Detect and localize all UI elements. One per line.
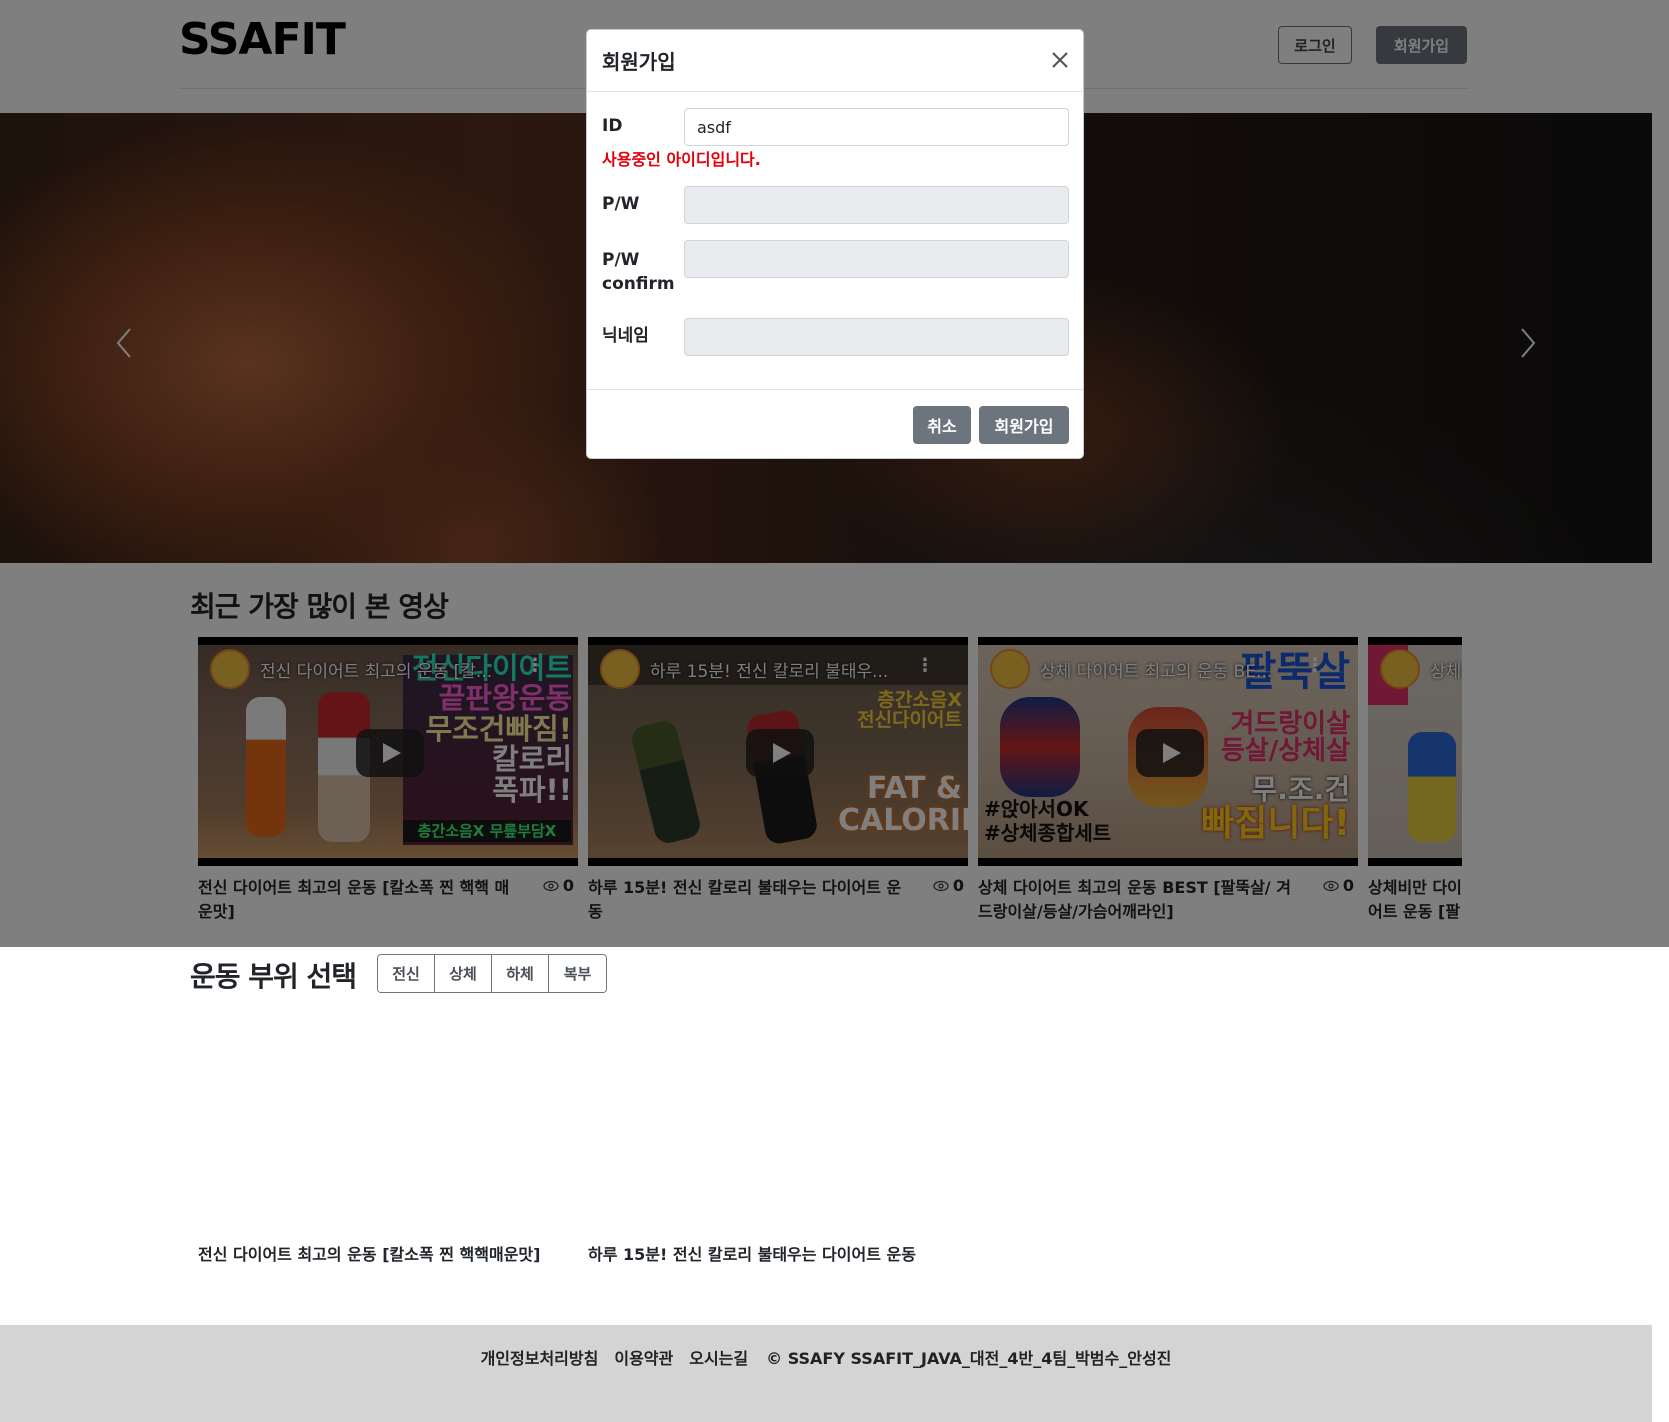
footer-copyright: © SSAFY SSAFIT_JAVA_대전_4반_4팀_박범수_안성진 — [766, 1349, 1172, 1368]
part-video-title[interactable]: 전신 다이어트 최고의 운동 [칼소폭 찐 핵핵매운맛] — [198, 1243, 558, 1267]
password-confirm-input[interactable] — [684, 240, 1069, 278]
body-part-section-title: 운동 부위 선택 — [190, 960, 357, 993]
tab-lower-body[interactable]: 하체 — [492, 955, 549, 992]
id-label: ID — [602, 116, 623, 136]
modal-title: 회원가입 — [602, 50, 676, 74]
tab-whole-body[interactable]: 전신 — [378, 955, 435, 992]
tab-upper-body[interactable]: 상체 — [435, 955, 492, 992]
password-confirm-label: P/W confirm — [602, 250, 675, 294]
id-error-message: 사용중인 아이디입니다. — [602, 150, 761, 169]
footer-link-privacy[interactable]: 개인정보처리방침 — [481, 1345, 599, 1369]
footer-link-terms[interactable]: 이용약관 — [614, 1345, 673, 1369]
footer-link-directions[interactable]: 오시는길 — [689, 1345, 748, 1369]
cancel-button[interactable]: 취소 — [913, 406, 971, 444]
password-input[interactable] — [684, 186, 1069, 224]
nickname-label: 닉네임 — [602, 326, 649, 346]
password-label: P/W — [602, 194, 640, 214]
id-input[interactable] — [684, 108, 1069, 146]
modal-header: 회원가입 — [587, 30, 1083, 92]
nickname-input[interactable] — [684, 318, 1069, 356]
signup-modal: 회원가입 ID 사용중인 아이디입니다. P/W P/W confirm 닉네임… — [586, 29, 1084, 459]
site-footer: 개인정보처리방침 이용약관 오시는길 © SSAFY SSAFIT_JAVA_대… — [0, 1325, 1652, 1422]
signup-submit-button[interactable]: 회원가입 — [979, 406, 1069, 444]
close-icon — [1052, 52, 1068, 68]
body-part-tabs: 전신 상체 하체 복부 — [377, 954, 607, 993]
tab-abdomen[interactable]: 복부 — [549, 955, 606, 992]
modal-footer: 취소 회원가입 — [587, 389, 1083, 460]
modal-close-button[interactable] — [1050, 50, 1070, 70]
part-video-title[interactable]: 하루 15분! 전신 칼로리 불태우는 다이어트 운동 — [588, 1243, 948, 1267]
